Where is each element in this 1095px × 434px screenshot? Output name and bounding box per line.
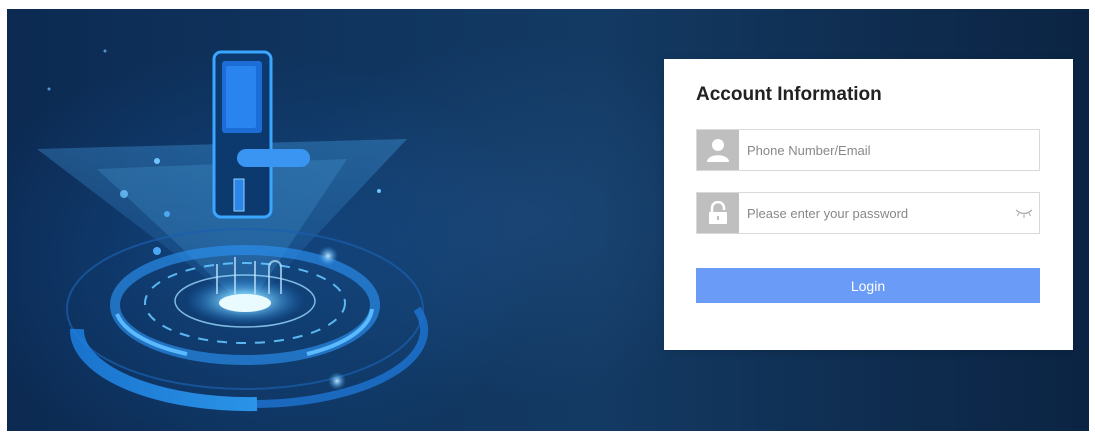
username-field[interactable] <box>696 129 1040 171</box>
login-card: Account Information Phone Number/Email L… <box>664 59 1073 350</box>
user-icon <box>697 130 739 170</box>
smart-lock-illustration <box>37 49 429 412</box>
password-field[interactable] <box>696 192 1040 234</box>
password-input[interactable] <box>739 193 1017 233</box>
eye-closed-icon[interactable] <box>1015 206 1033 224</box>
login-button[interactable]: Login <box>696 268 1040 303</box>
lock-icon <box>697 193 739 233</box>
login-title: Account Information <box>696 84 882 105</box>
username-input[interactable] <box>739 130 1017 170</box>
